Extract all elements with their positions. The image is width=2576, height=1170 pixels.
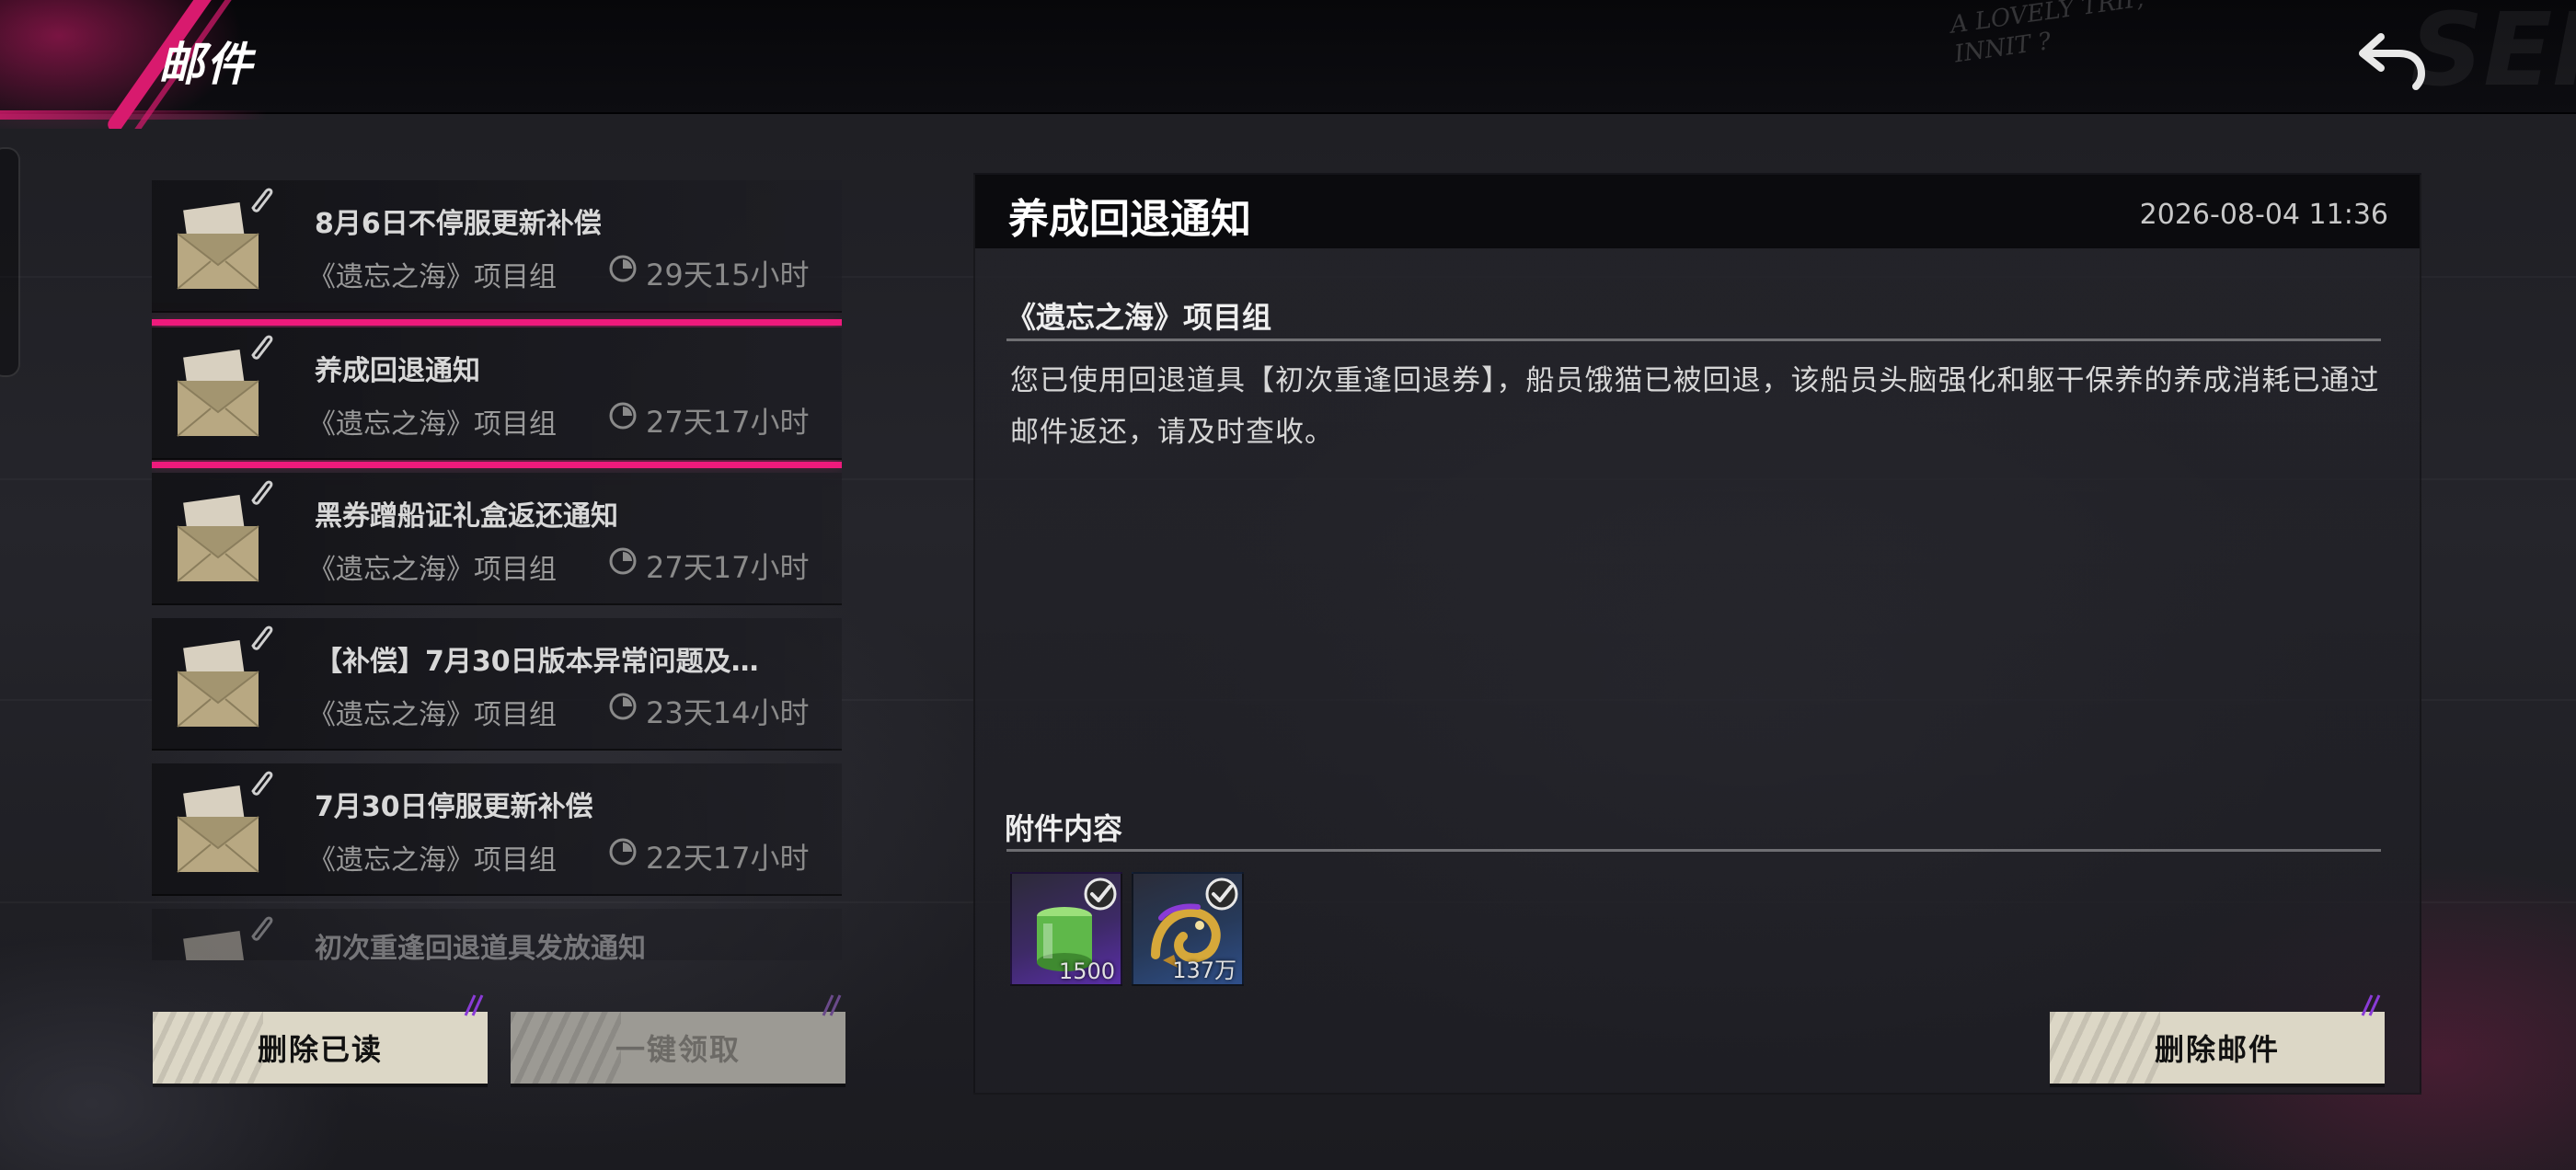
side-edge-tab[interactable] (0, 147, 20, 377)
top-bar: 邮件 A LOVELY TRIP, INNIT ? SEI (0, 0, 2576, 129)
mail-list-item[interactable]: 【补偿】7月30日版本异常问题及… 《遗忘之海》项目组 23天14小时 (152, 618, 842, 751)
slash-mark-icon (822, 994, 842, 1016)
clock-icon (609, 838, 637, 866)
mail-list-item-selected[interactable]: 养成回退通知 《遗忘之海》项目组 27天17小时 (152, 319, 842, 468)
delete-read-button[interactable]: 删除已读 (153, 994, 488, 1084)
mail-title: 养成回退通知 (315, 355, 480, 387)
detail-date: 2026-08-04 11:36 (2139, 199, 2388, 231)
mail-title: 7月30日停服更新补偿 (315, 791, 593, 823)
corner-watermark-text: A LOVELY TRIP, INNIT ? (1949, 0, 2145, 69)
mail-list: 8月6日不停服更新补偿 《遗忘之海》项目组 29天15小时 养成回退通知 《遗忘… (152, 180, 842, 960)
paperclip-icon (251, 188, 273, 212)
mail-title: 初次重逢回退道具发放通知 (315, 933, 646, 960)
mail-expiry: 27天17小时 (646, 405, 810, 440)
paperclip-icon (251, 335, 273, 360)
mail-expiry: 23天14小时 (646, 695, 810, 730)
mail-sender: 《遗忘之海》项目组 (308, 699, 557, 731)
clock-icon (609, 255, 637, 282)
back-button[interactable] (2355, 24, 2429, 90)
mail-title: 黑券蹭船证礼盒返还通知 (315, 500, 618, 533)
mail-title: 8月6日不停服更新补偿 (315, 208, 602, 240)
mail-list-item[interactable]: 7月30日停服更新补偿 《遗忘之海》项目组 22天17小时 (152, 763, 842, 896)
mail-title: 【补偿】7月30日版本异常问题及… (315, 646, 759, 678)
back-arrow-icon (2359, 33, 2426, 90)
paperclip-icon (251, 916, 273, 941)
paperclip-icon (251, 480, 273, 505)
mail-list-item[interactable]: 初次重逢回退道具发放通知 (152, 909, 842, 960)
mail-expiry: 29天15小时 (646, 258, 810, 292)
page-title: 邮件 (158, 38, 254, 91)
paperclip-icon (251, 625, 273, 650)
slash-mark-icon (464, 994, 484, 1016)
claim-all-button[interactable]: 一键领取 (511, 994, 845, 1084)
claimed-check-icon (1205, 878, 1238, 911)
attachment-count: 1500 (1058, 958, 1115, 984)
clock-icon (609, 693, 637, 720)
attachment-count: 137万 (1172, 958, 1236, 983)
mail-list-item[interactable]: 黑券蹭船证礼盒返还通知 《遗忘之海》项目组 27天17小时 (152, 473, 842, 605)
attachments-heading: 附件内容 (1005, 811, 1123, 846)
detail-sender: 《遗忘之海》项目组 (1006, 300, 1272, 335)
corner-watermark-logo: SEI (2410, 0, 2576, 109)
mail-list-item[interactable]: 8月6日不停服更新补偿 《遗忘之海》项目组 29天15小时 (152, 180, 842, 313)
divider (1006, 338, 2381, 341)
divider (1006, 849, 2381, 852)
delete-mail-label: 删除邮件 (2154, 1032, 2280, 1067)
mail-sender: 《遗忘之海》项目组 (308, 261, 557, 293)
mail-sender: 《遗忘之海》项目组 (308, 554, 557, 586)
mail-sender: 《遗忘之海》项目组 (308, 844, 557, 877)
mail-expiry: 22天17小时 (646, 841, 810, 876)
mail-sender: 《遗忘之海》项目组 (308, 408, 557, 441)
attachment-item[interactable]: 137万 (1132, 872, 1244, 986)
claimed-check-icon (1084, 878, 1117, 911)
detail-body: 您已使用回退道具【初次重逢回退券】，船员饿猫已被回退，该船员头脑强化和躯干保养的… (1010, 364, 2380, 449)
delete-read-label: 删除已读 (257, 1032, 383, 1067)
slash-mark-icon (2361, 994, 2381, 1016)
mail-detail-panel: 养成回退通知 2026-08-04 11:36 《遗忘之海》项目组 您已使用回退… (973, 173, 2421, 1095)
clock-icon (609, 547, 637, 575)
claim-all-label: 一键领取 (615, 1032, 741, 1067)
delete-mail-button[interactable]: 删除邮件 (2050, 994, 2385, 1084)
mail-expiry: 27天17小时 (646, 550, 810, 585)
detail-title: 养成回退通知 (1008, 196, 1251, 243)
paperclip-icon (251, 771, 273, 796)
detail-header: 养成回退通知 2026-08-04 11:36 (975, 175, 2420, 248)
clock-icon (609, 402, 637, 430)
attachment-item[interactable]: 1500 (1010, 872, 1122, 986)
